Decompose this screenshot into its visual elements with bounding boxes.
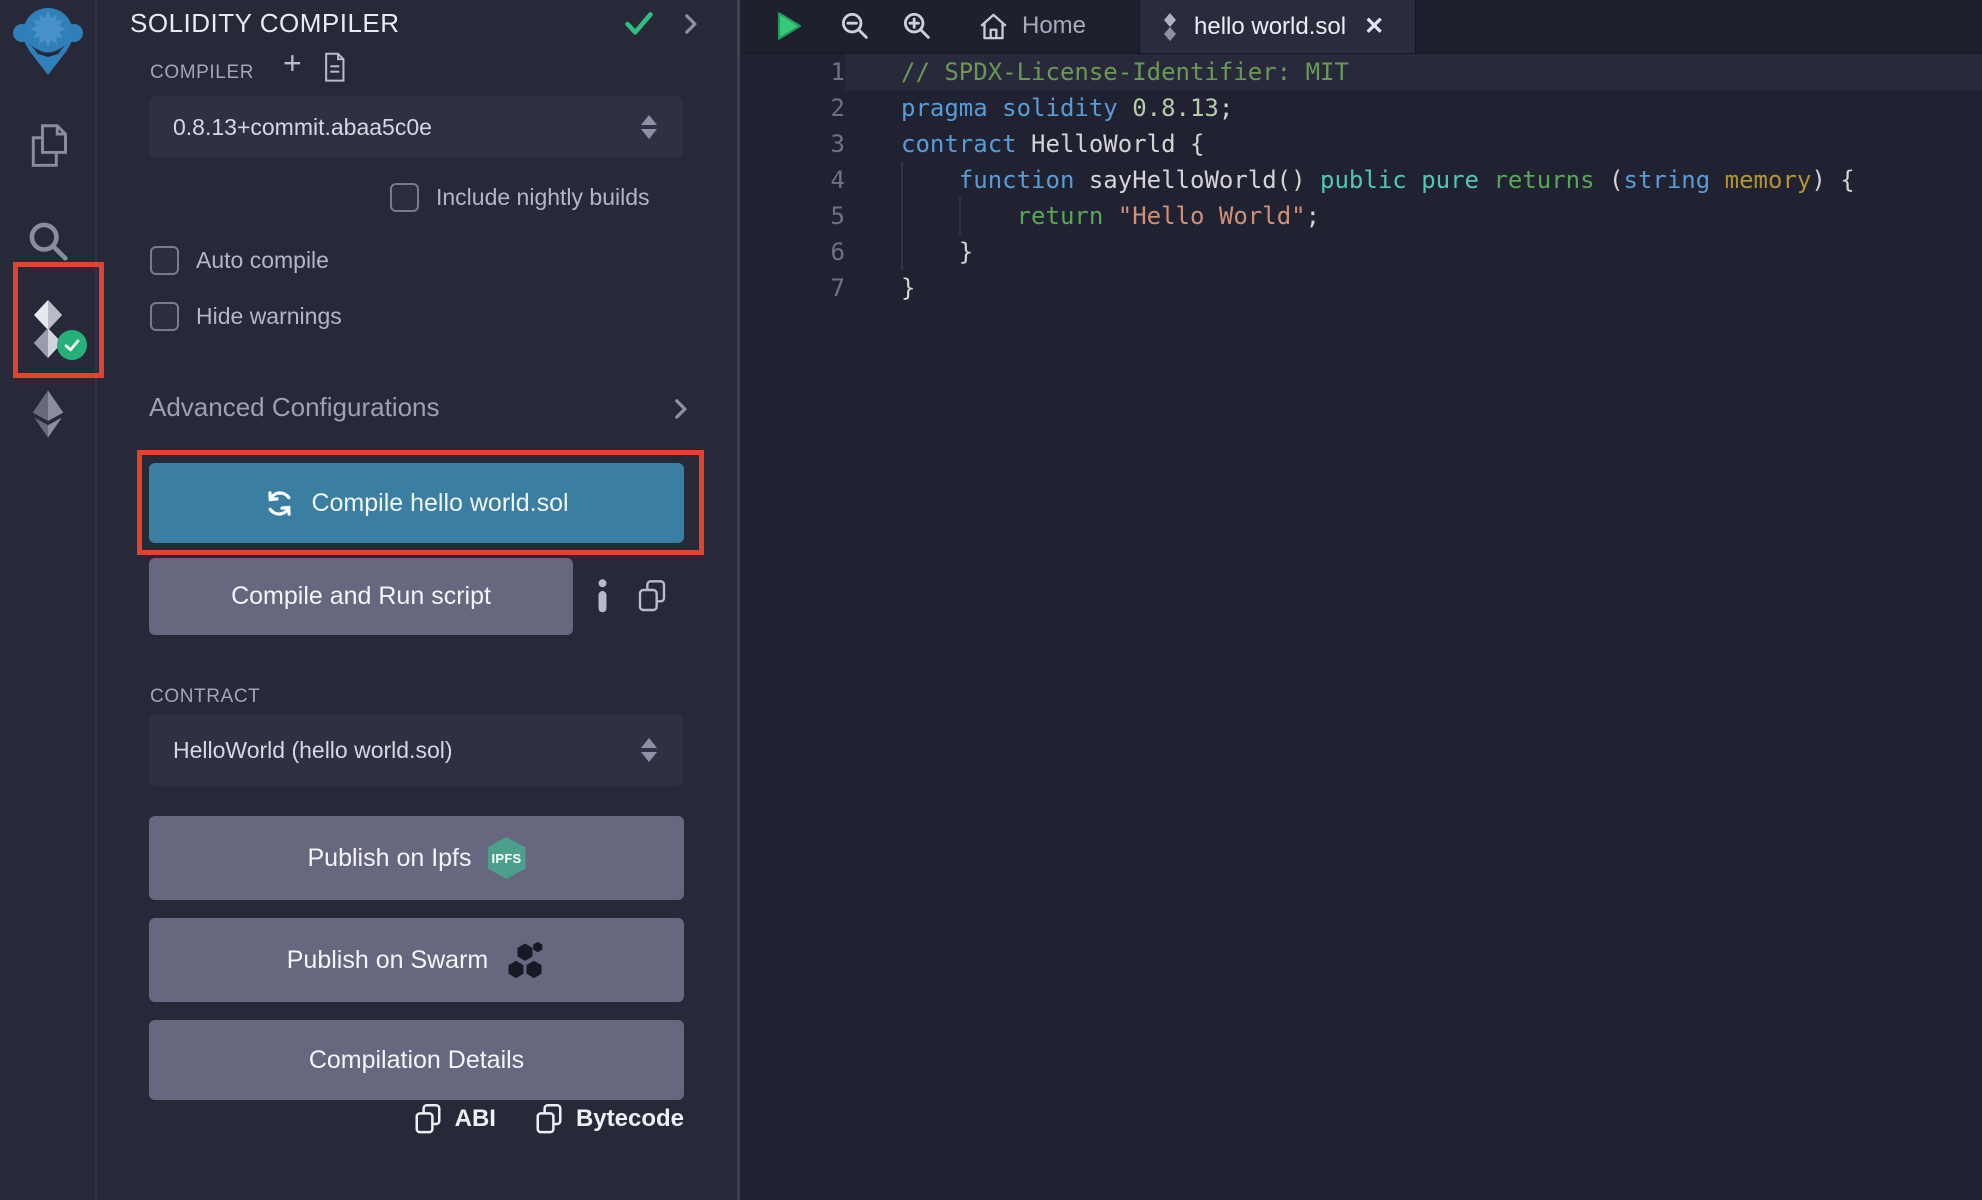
auto-compile-row: Auto compile <box>150 246 329 275</box>
code-line[interactable]: contract HelloWorld { <box>901 126 1982 162</box>
code-line[interactable]: // SPDX-License-Identifier: MIT <box>901 54 1982 90</box>
tab-home[interactable]: Home <box>968 0 1096 52</box>
tab-hello-world-sol[interactable]: hello world.sol ✕ <box>1139 0 1416 53</box>
copy-icon <box>413 1102 443 1136</box>
ipfs-badge-icon: IPFS <box>488 837 526 879</box>
publish-swarm-button[interactable]: Publish on Swarm <box>149 918 684 1002</box>
include-nightly-row: Include nightly builds <box>390 183 650 212</box>
editor-tabbar: Home hello world.sol ✕ <box>740 0 1982 54</box>
sidebar-item-deploy-run[interactable] <box>0 388 95 440</box>
code-line[interactable]: } <box>901 270 1982 306</box>
copy-bytecode-button[interactable]: Bytecode <box>534 1102 684 1136</box>
tab-label: hello world.sol <box>1194 13 1346 41</box>
auto-compile-label: Auto compile <box>196 247 329 274</box>
hide-warnings-row: Hide warnings <box>150 302 342 331</box>
search-icon <box>25 217 71 265</box>
hide-warnings-checkbox[interactable] <box>150 302 179 331</box>
compile-success-badge <box>57 330 87 360</box>
zoom-out-button[interactable] <box>838 0 872 52</box>
play-icon <box>770 7 806 45</box>
contract-select[interactable]: HelloWorld (hello world.sol) <box>149 714 683 786</box>
info-icon[interactable] <box>595 579 610 613</box>
editor-area: Home hello world.sol ✕ 1234567 // SPDX-L… <box>737 0 1982 1200</box>
run-script-button[interactable] <box>770 0 806 52</box>
compile-ok-check <box>623 10 655 43</box>
file-explorer-icon <box>25 121 71 171</box>
zoom-in-icon <box>900 9 934 43</box>
code-line[interactable]: return "Hello World"; <box>901 198 1982 234</box>
file-icon <box>321 52 348 83</box>
remix-logo-icon <box>11 5 85 77</box>
include-nightly-checkbox[interactable] <box>390 183 419 212</box>
remix-ide-window: SOLIDITY COMPILER COMPILER + 0.8.13+comm… <box>0 0 1982 1200</box>
compiler-version-value: 0.8.13+commit.abaa5c0e <box>149 114 641 141</box>
sidebar-item-solidity-compiler[interactable] <box>0 294 95 364</box>
tab-home-label: Home <box>1022 12 1086 40</box>
publish-ipfs-label: Publish on Ipfs <box>308 844 472 873</box>
swarm-cubes-icon <box>504 939 546 981</box>
refresh-icon <box>264 488 295 519</box>
compiler-section-label: COMPILER <box>150 62 254 84</box>
publish-swarm-label: Publish on Swarm <box>287 946 488 975</box>
compile-button-label: Compile hello world.sol <box>311 489 568 518</box>
advanced-configurations-label[interactable]: Advanced Configurations <box>149 392 440 423</box>
auto-compile-checkbox[interactable] <box>150 246 179 275</box>
abi-label: ABI <box>455 1105 496 1133</box>
check-icon <box>623 10 655 38</box>
panel-title: SOLIDITY COMPILER <box>130 8 400 39</box>
zoom-in-button[interactable] <box>900 0 934 52</box>
chevron-right-icon <box>677 11 703 37</box>
contract-section-label: CONTRACT <box>150 686 260 708</box>
compilation-details-label: Compilation Details <box>309 1046 524 1075</box>
open-config-file-icon[interactable] <box>321 52 348 88</box>
compilation-details-button[interactable]: Compilation Details <box>149 1020 684 1100</box>
icon-panel <box>0 0 97 1200</box>
tab-close-icon[interactable]: ✕ <box>1364 12 1384 41</box>
panel-expand-chevron[interactable] <box>677 11 703 42</box>
remix-logo[interactable] <box>0 4 95 78</box>
add-compiler-icon[interactable]: + <box>283 47 302 79</box>
solidity-file-icon <box>1160 12 1180 42</box>
publish-ipfs-button[interactable]: Publish on Ipfs IPFS <box>149 816 684 900</box>
compile-and-run-label: Compile and Run script <box>231 582 491 611</box>
check-icon <box>63 336 81 354</box>
code-line[interactable]: } <box>901 234 1982 270</box>
select-arrows-icon <box>641 738 657 762</box>
code-line[interactable]: function sayHelloWorld() public pure ret… <box>901 162 1982 198</box>
advanced-expand-chevron[interactable] <box>667 396 693 427</box>
code-lines[interactable]: // SPDX-License-Identifier: MITpragma so… <box>740 54 1982 306</box>
zoom-out-icon <box>838 9 872 43</box>
copy-abi-button[interactable]: ABI <box>413 1102 496 1136</box>
contract-select-value: HelloWorld (hello world.sol) <box>149 737 641 764</box>
compile-button[interactable]: Compile hello world.sol <box>149 463 684 543</box>
include-nightly-label: Include nightly builds <box>436 184 650 211</box>
sidebar-item-search[interactable] <box>0 215 95 267</box>
code-editor[interactable]: 1234567 // SPDX-License-Identifier: MITp… <box>740 53 1982 1200</box>
compiler-version-select[interactable]: 0.8.13+commit.abaa5c0e <box>149 96 683 158</box>
copy-icon <box>534 1102 564 1136</box>
copy-artifacts-row: ABI Bytecode <box>149 1102 684 1136</box>
hide-warnings-label: Hide warnings <box>196 303 342 330</box>
copy-icon[interactable] <box>636 578 668 614</box>
solidity-compiler-panel: SOLIDITY COMPILER COMPILER + 0.8.13+comm… <box>97 0 737 1200</box>
bytecode-label: Bytecode <box>576 1105 684 1133</box>
compile-and-run-button[interactable]: Compile and Run script <box>149 558 573 635</box>
sidebar-item-file-explorer[interactable] <box>0 120 95 172</box>
code-line[interactable]: pragma solidity 0.8.13; <box>901 90 1982 126</box>
chevron-right-icon <box>667 396 693 422</box>
ethereum-icon <box>25 389 71 439</box>
select-arrows-icon <box>641 115 657 139</box>
home-icon <box>978 11 1009 42</box>
